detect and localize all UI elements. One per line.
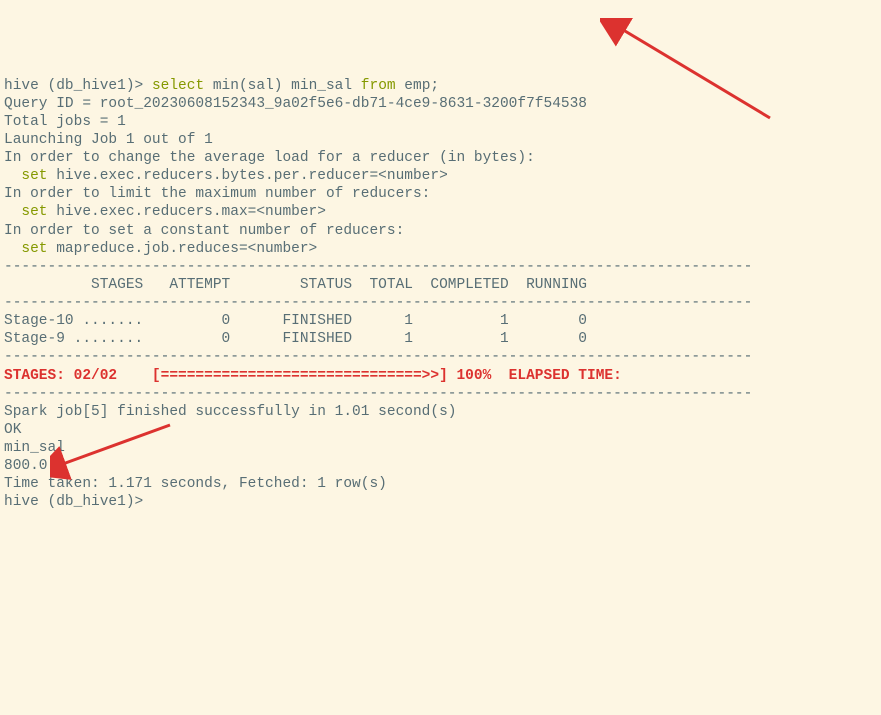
prompt: hive (db_hive1)> [4, 494, 152, 510]
result-value: 800.0 [4, 458, 48, 474]
table-row: Stage-9 ........ 0 FINISHED 1 1 0 [4, 331, 587, 347]
hint-value: mapreduce.job.reduces=<number> [48, 241, 318, 257]
hint-line: In order to set a constant number of red… [4, 223, 404, 239]
set-keyword: set [21, 204, 47, 220]
hint-value: hive.exec.reducers.bytes.per.reducer=<nu… [48, 168, 448, 184]
sql-fragment: min(sal) min_sal [204, 78, 361, 94]
table-row: Stage-10 ....... 0 FINISHED 1 1 0 [4, 313, 587, 329]
table-header: STAGES ATTEMPT STATUS TOTAL COMPLETED RU… [4, 277, 587, 293]
sql-keyword-from: from [361, 78, 396, 94]
indent [4, 204, 21, 220]
hint-line: In order to change the average load for … [4, 150, 535, 166]
spark-finish-line: Spark job[5] finished successfully in 1.… [4, 404, 456, 420]
hint-line: In order to limit the maximum number of … [4, 186, 430, 202]
divider: ----------------------------------------… [4, 349, 752, 365]
indent [4, 241, 21, 257]
set-keyword: set [21, 241, 47, 257]
launching-job-line: Launching Job 1 out of 1 [4, 132, 213, 148]
hint-value: hive.exec.reducers.max=<number> [48, 204, 326, 220]
time-taken-line: Time taken: 1.171 seconds, Fetched: 1 ro… [4, 476, 387, 492]
terminal-output: hive (db_hive1)> select min(sal) min_sal… [4, 77, 877, 512]
divider: ----------------------------------------… [4, 295, 752, 311]
divider: ----------------------------------------… [4, 259, 752, 275]
prompt: hive (db_hive1)> [4, 78, 152, 94]
result-column: min_sal [4, 440, 65, 456]
total-jobs-line: Total jobs = 1 [4, 114, 126, 130]
progress-line: STAGES: 02/02 [=========================… [4, 368, 622, 384]
query-id-line: Query ID = root_20230608152343_9a02f5e6-… [4, 96, 587, 112]
sql-keyword-select: select [152, 78, 204, 94]
ok-line: OK [4, 422, 21, 438]
set-keyword: set [21, 168, 47, 184]
sql-fragment: emp; [396, 78, 440, 94]
indent [4, 168, 21, 184]
divider: ----------------------------------------… [4, 386, 752, 402]
